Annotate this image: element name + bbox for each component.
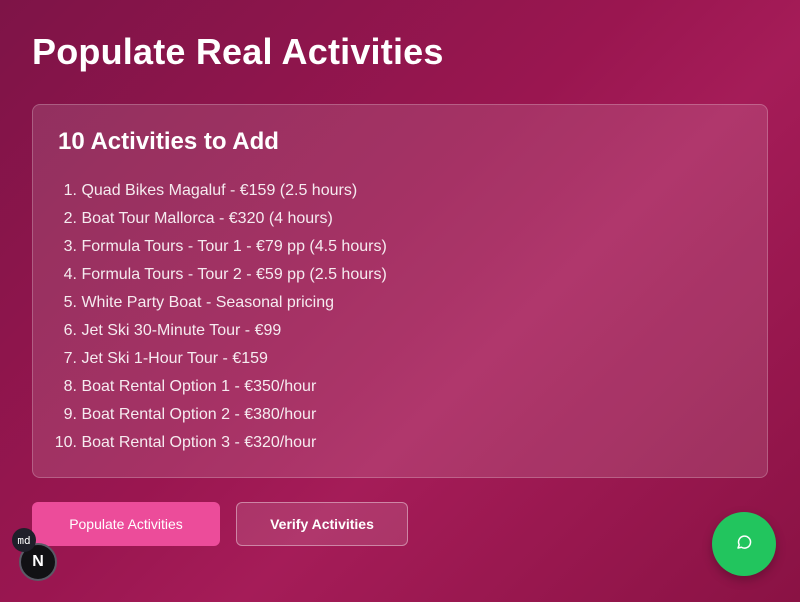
activities-card: 10 Activities to Add 1. Quad Bikes Magal… [32, 104, 768, 478]
activity-list: 1. Quad Bikes Magaluf - €159 (2.5 hours)… [45, 177, 387, 457]
item-number: 9. [63, 406, 77, 423]
item-number: 3. [63, 238, 77, 255]
list-item: 1. Quad Bikes Magaluf - €159 (2.5 hours) [45, 177, 387, 205]
item-number: 2. [63, 210, 77, 227]
item-text: Boat Rental Option 1 - €350/hour [81, 378, 317, 395]
list-item: 7. Jet Ski 1-Hour Tour - €159 [45, 345, 387, 373]
item-number: 10. [54, 434, 77, 451]
item-text: White Party Boat - Seasonal pricing [81, 294, 335, 311]
list-item: 9. Boat Rental Option 2 - €380/hour [45, 401, 387, 429]
populate-activities-button[interactable]: Populate Activities [32, 502, 220, 546]
list-item: 2. Boat Tour Mallorca - €320 (4 hours) [45, 205, 387, 233]
list-item: 3. Formula Tours - Tour 1 - €79 pp (4.5 … [45, 233, 387, 261]
item-text: Formula Tours - Tour 1 - €79 pp (4.5 hou… [81, 238, 387, 255]
md-badge[interactable]: md [12, 528, 36, 552]
item-text: Boat Rental Option 3 - €320/hour [81, 434, 317, 451]
item-text: Quad Bikes Magaluf - €159 (2.5 hours) [81, 182, 358, 199]
item-text: Formula Tours - Tour 2 - €59 pp (2.5 hou… [81, 266, 387, 283]
item-text: Boat Tour Mallorca - €320 (4 hours) [81, 210, 333, 227]
list-item: 5. White Party Boat - Seasonal pricing [45, 289, 387, 317]
item-number: 7. [63, 350, 77, 367]
item-text: Jet Ski 30-Minute Tour - €99 [81, 322, 282, 339]
item-number: 1. [63, 182, 77, 199]
list-item: 8. Boat Rental Option 1 - €350/hour [45, 373, 387, 401]
card-title: 10 Activities to Add [58, 128, 279, 155]
list-item: 4. Formula Tours - Tour 2 - €59 pp (2.5 … [45, 261, 387, 289]
item-number: 8. [63, 378, 77, 395]
item-number: 6. [63, 322, 77, 339]
item-text: Jet Ski 1-Hour Tour - €159 [81, 350, 268, 367]
item-number: 5. [63, 294, 77, 311]
list-item: 6. Jet Ski 30-Minute Tour - €99 [45, 317, 387, 345]
item-text: Boat Rental Option 2 - €380/hour [81, 406, 317, 423]
list-item: 10. Boat Rental Option 3 - €320/hour [45, 429, 387, 457]
page-title: Populate Real Activities [32, 31, 444, 72]
chat-bubble-icon [735, 533, 753, 556]
chat-button[interactable] [712, 512, 776, 576]
item-number: 4. [63, 266, 77, 283]
verify-activities-button[interactable]: Verify Activities [236, 502, 408, 546]
